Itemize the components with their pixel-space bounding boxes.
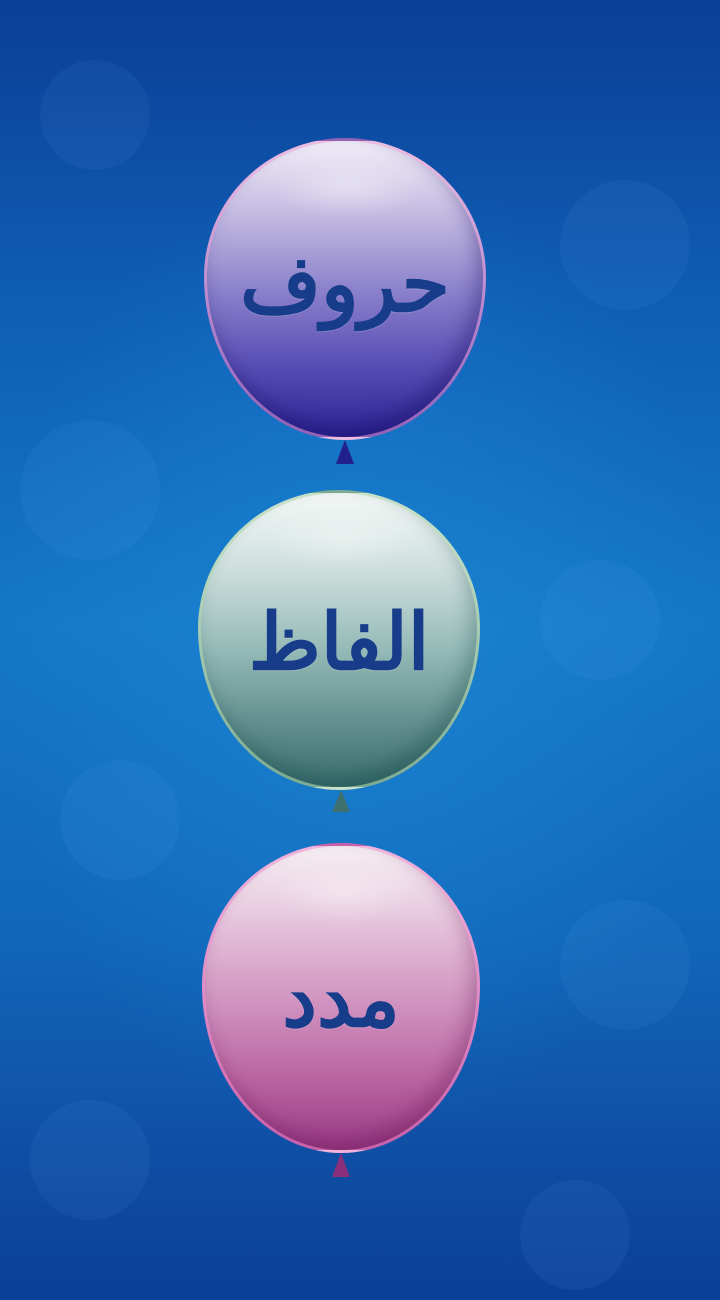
background-bokeh [560,180,690,310]
alfaaz-label: الفاظ [248,597,430,688]
madad-balloon-button[interactable]: مدد [202,843,480,1183]
balloon-knot-icon [336,440,354,464]
huroof-balloon-button[interactable]: حروف [204,138,486,468]
balloon-knot-icon [332,790,350,812]
background-bokeh [520,1180,630,1290]
background-bokeh [60,760,180,880]
madad-label: مدد [282,954,400,1045]
huroof-label: حروف [240,239,450,330]
background-bokeh [540,560,660,680]
background-bokeh [40,60,150,170]
menu-screen: حروف الفاظ مدد [0,0,720,1300]
background-bokeh [30,1100,150,1220]
background-bokeh [20,420,160,560]
alfaaz-balloon-button[interactable]: الفاظ [198,490,480,820]
balloon-knot-icon [332,1153,350,1177]
background-bokeh [560,900,690,1030]
